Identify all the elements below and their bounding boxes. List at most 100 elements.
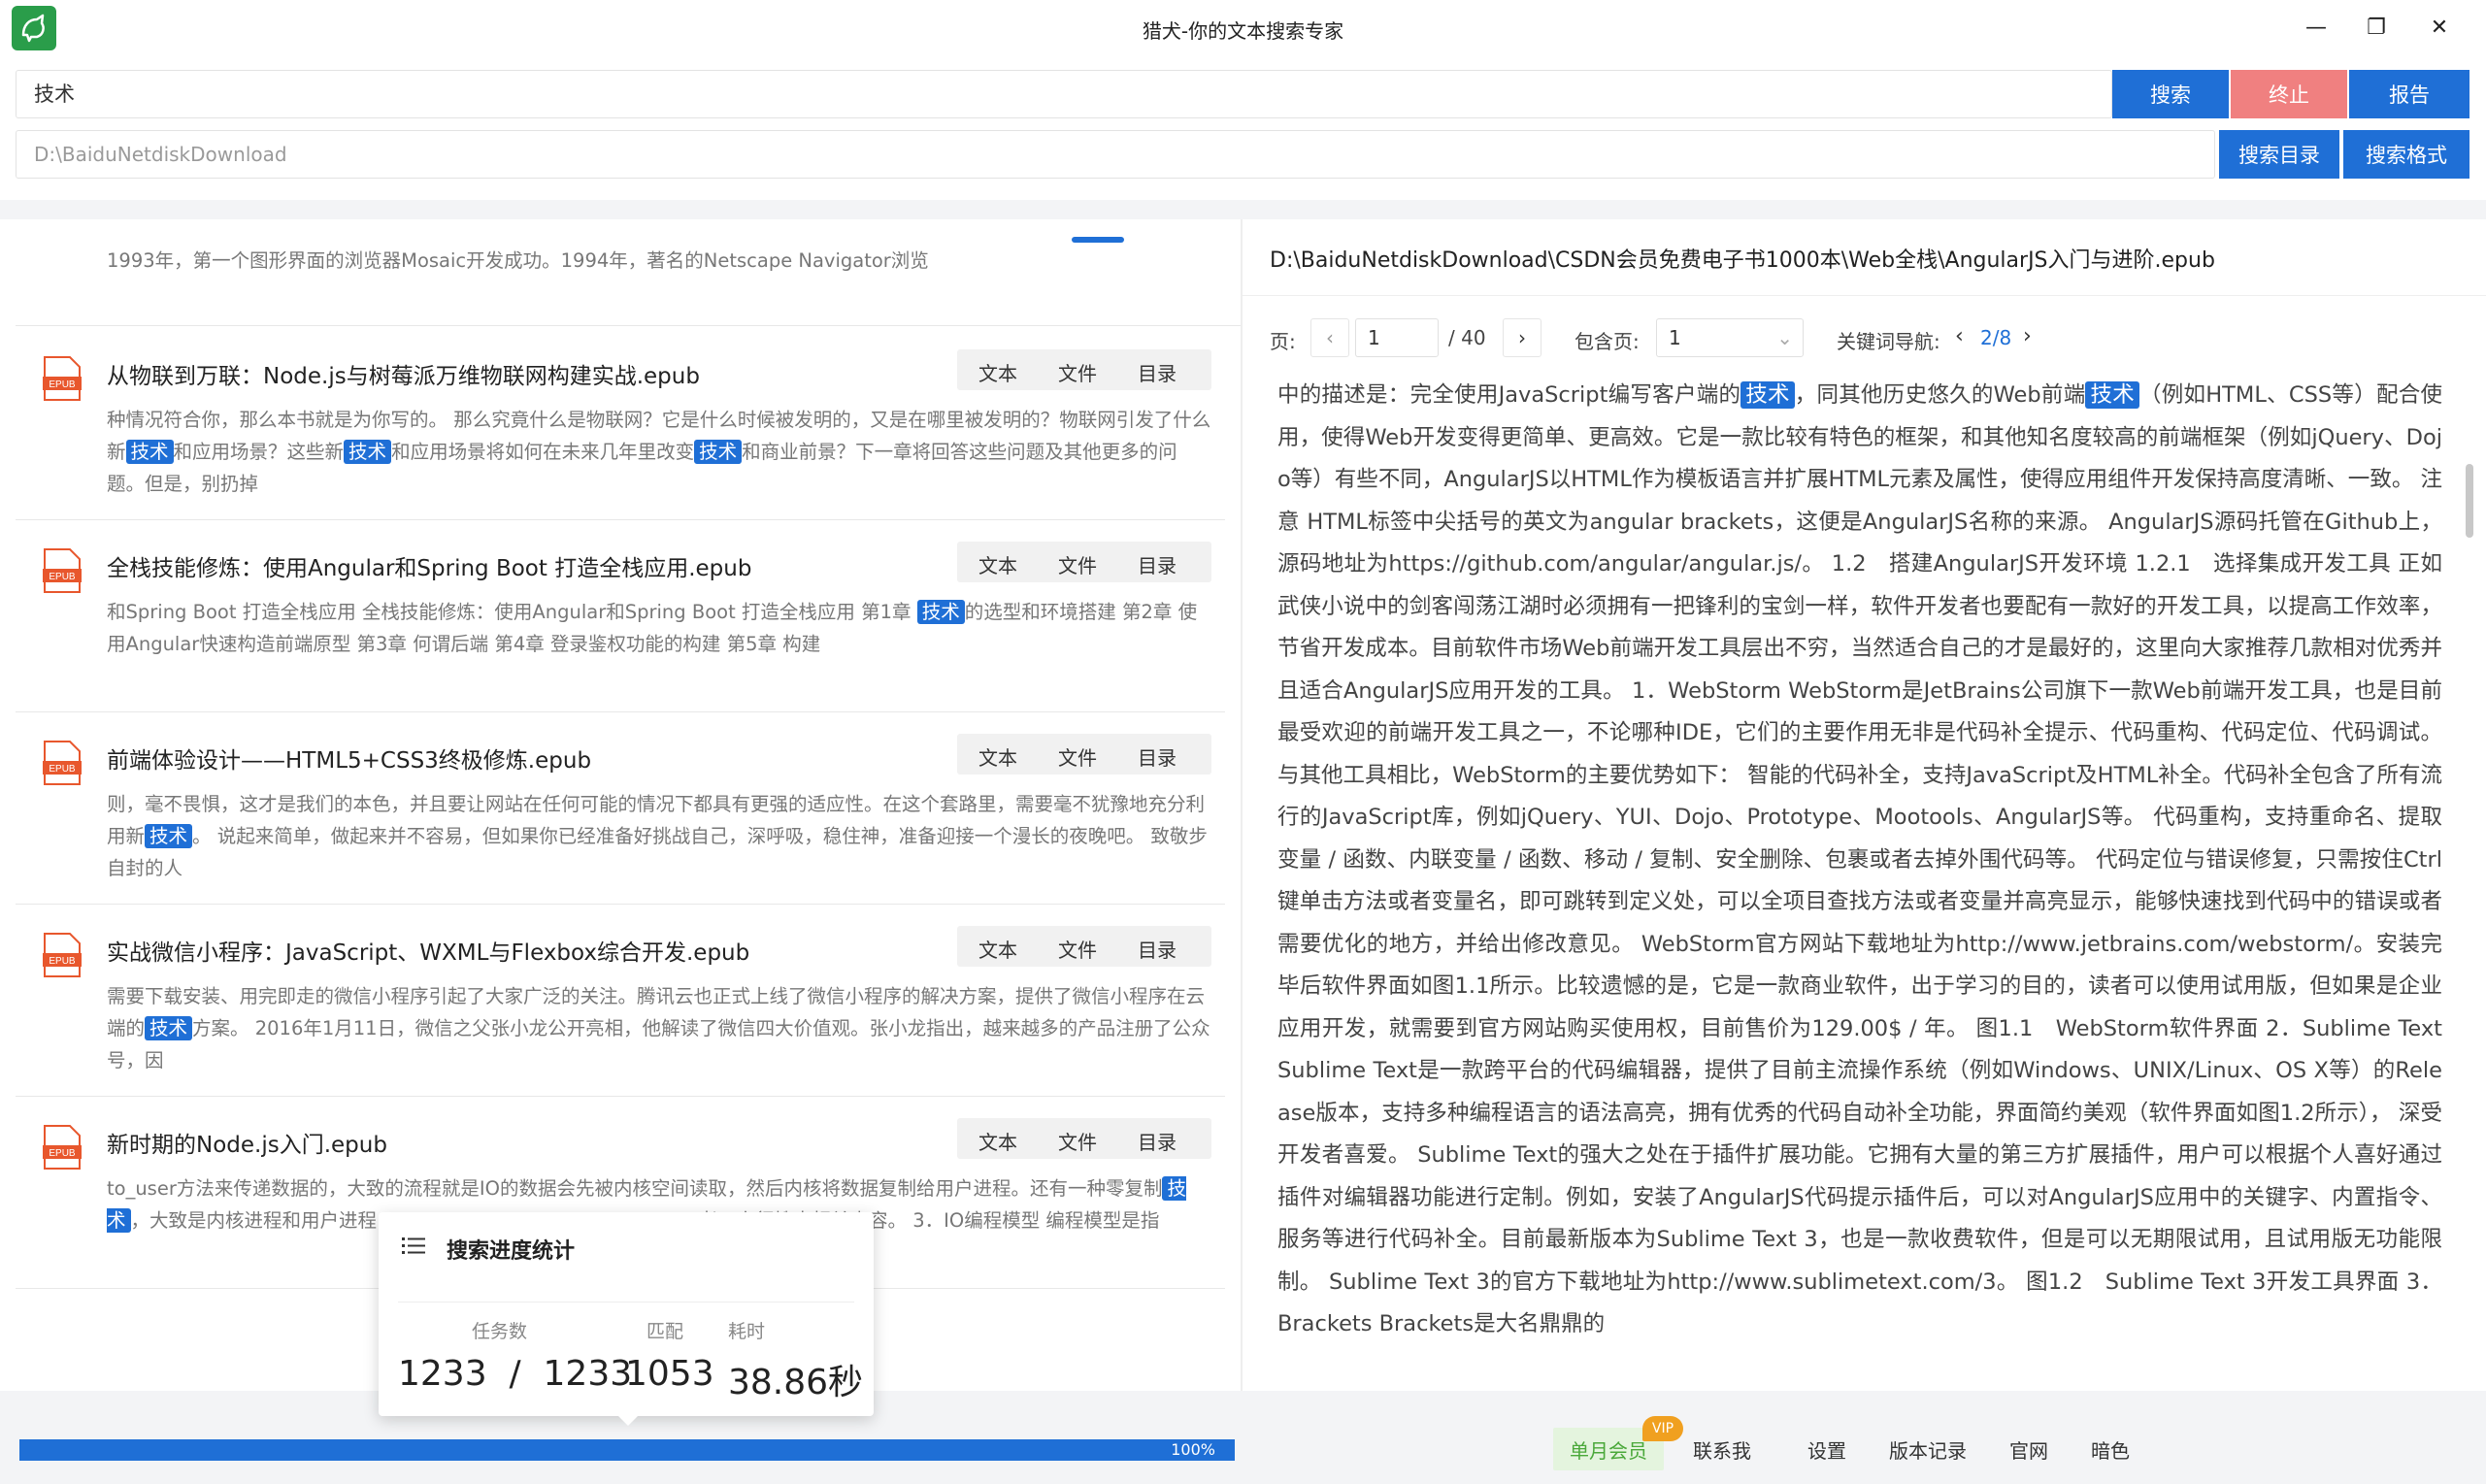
page-label: 页:	[1270, 330, 1296, 353]
match-label: 匹配	[646, 1321, 684, 1342]
time-label: 耗时	[728, 1321, 766, 1342]
open-directory-button[interactable]: 目录	[1138, 935, 1177, 963]
search-directory-button[interactable]: 搜索目录	[2219, 130, 2339, 179]
keyword-highlight: 技术	[916, 600, 965, 624]
directory-input[interactable]: D:\BaiduNetdiskDownload	[16, 130, 2215, 179]
search-stats-popup: 搜索进度统计 任务数 匹配 耗时 1233 / 1233 1053 38.86秒	[379, 1212, 874, 1416]
file-path: D:\BaiduNetdiskDownload\CSDN会员免费电子书1000本…	[1270, 248, 2215, 273]
epub-file-icon: EPUB	[43, 356, 82, 401]
open-text-button[interactable]: 文本	[978, 358, 1017, 386]
prev-keyword-button[interactable]: ‹	[1955, 324, 1964, 348]
keyword-highlight: 技术	[2085, 381, 2139, 409]
prev-page-button[interactable]: ‹	[1310, 318, 1349, 357]
popup-title: 搜索进度统计	[447, 1239, 576, 1264]
progress-fill: 100%	[19, 1439, 1235, 1461]
result-actions: 文本 文件 目录	[957, 1118, 1211, 1159]
close-button[interactable]: ✕	[2417, 8, 2462, 47]
result-item[interactable]: EPUB 全栈技能修炼：使用Angular和Spring Boot 打造全栈应用…	[16, 520, 1225, 712]
maximize-button[interactable]: ❐	[2354, 8, 2399, 47]
popup-pointer	[618, 1416, 638, 1426]
next-page-button[interactable]: ›	[1503, 318, 1541, 357]
open-text-button[interactable]: 文本	[978, 550, 1017, 578]
search-row: 技术 搜索 终止 报告	[16, 70, 2469, 118]
stop-button[interactable]: 终止	[2231, 70, 2347, 118]
status-bar: 100% 单月会员 VIP 联系我 设置 版本记录 官网 暗色	[0, 1391, 2486, 1484]
open-directory-button[interactable]: 目录	[1138, 550, 1177, 578]
keyword-position: 2/8	[1980, 326, 2012, 349]
epub-file-icon: EPUB	[43, 933, 82, 977]
result-title[interactable]: 全栈技能修炼：使用Angular和Spring Boot 打造全栈应用.epub	[107, 549, 751, 582]
result-actions: 文本 文件 目录	[957, 349, 1211, 390]
list-icon	[402, 1237, 425, 1254]
page-input[interactable]: 1	[1355, 318, 1439, 357]
website-link[interactable]: 官网	[2009, 1435, 2048, 1464]
page-navigation: 页: ‹ 1 / 40 › 包含页: 1 ⌄ 关键词导航: ‹ 2/8 ›	[1270, 316, 2464, 359]
open-file-button[interactable]: 文件	[1058, 1127, 1097, 1155]
svg-text:EPUB: EPUB	[49, 572, 76, 582]
svg-text:EPUB: EPUB	[49, 956, 76, 967]
progress-label: 100%	[1171, 1440, 1215, 1459]
open-directory-button[interactable]: 目录	[1138, 1127, 1177, 1155]
minimize-button[interactable]: —	[2294, 8, 2338, 47]
open-file-button[interactable]: 文件	[1058, 550, 1097, 578]
result-snippet: 则，毫不畏惧，这才是我们的本色，并且要让网站在任何可能的情况下都具有更强的适应性…	[107, 793, 1208, 879]
search-input[interactable]: 技术	[16, 70, 2112, 118]
keyword-highlight: 技术	[145, 824, 193, 848]
search-progress-bar: 100%	[19, 1439, 1235, 1461]
epub-file-icon: EPUB	[43, 1125, 82, 1170]
document-content: 中的描述是：完全使用JavaScript编写客户端的 技术 ，同其他历史悠久的Web…	[1277, 381, 2442, 1336]
open-file-button[interactable]: 文件	[1058, 935, 1097, 963]
partial-result: 1993年，第一个图形界面的浏览器Mosaic开发成功。1994年，著名的Net…	[16, 219, 1241, 326]
open-text-button[interactable]: 文本	[978, 1127, 1017, 1155]
result-title[interactable]: 前端体验设计——HTML5+CSS3终极修炼.epub	[107, 742, 591, 775]
content-scrollbar[interactable]	[2466, 464, 2473, 538]
keyword-nav-label: 关键词导航:	[1837, 330, 1940, 353]
path-row: D:\BaiduNetdiskDownload 搜索目录 搜索格式	[16, 130, 2469, 179]
epub-file-icon: EPUB	[43, 548, 82, 593]
result-snippet: 种情况符合你，那么本书就是为你写的。 那么究竟什么是物联网？它是什么时候被发明的…	[107, 409, 1211, 495]
search-format-button[interactable]: 搜索格式	[2343, 130, 2469, 179]
keyword-highlight: 技术	[1740, 381, 1795, 409]
keyword-highlight: 技术	[125, 440, 174, 464]
result-actions: 文本 文件 目录	[957, 542, 1211, 582]
result-item[interactable]: EPUB 从物联到万联：Node.js与树莓派万维物联网构建实战.epub 文本…	[16, 328, 1225, 520]
open-file-button[interactable]: 文件	[1058, 358, 1097, 386]
result-item[interactable]: EPUB 前端体验设计——HTML5+CSS3终极修炼.epub 文本 文件 目…	[16, 712, 1225, 905]
title-bar: 猎犬-你的文本搜索专家 — ❐ ✕	[0, 0, 2486, 56]
open-directory-button[interactable]: 目录	[1138, 742, 1177, 771]
next-keyword-button[interactable]: ›	[2023, 324, 2032, 348]
epub-file-icon: EPUB	[43, 741, 82, 785]
open-text-button[interactable]: 文本	[978, 935, 1017, 963]
result-snippet: 1993年，第一个图形界面的浏览器Mosaic开发成功。1994年，著名的Net…	[107, 249, 929, 272]
report-button[interactable]: 报告	[2349, 70, 2469, 118]
changelog-link[interactable]: 版本记录	[1889, 1435, 1967, 1464]
chevron-left-icon: ‹	[1326, 326, 1334, 349]
result-actions: 文本 文件 目录	[957, 926, 1211, 967]
result-actions: 文本 文件 目录	[957, 734, 1211, 775]
open-file-button[interactable]: 文件	[1058, 742, 1097, 771]
chevron-down-icon: ⌄	[1776, 326, 1793, 349]
contains-page-select[interactable]: 1 ⌄	[1656, 318, 1804, 357]
chevron-right-icon: ›	[1518, 326, 1526, 349]
contact-link[interactable]: 联系我	[1693, 1435, 1751, 1464]
vip-badge: VIP	[1642, 1416, 1683, 1441]
keyword-highlight: 技术	[145, 1016, 193, 1040]
search-button[interactable]: 搜索	[2112, 70, 2229, 118]
document-viewer: D:\BaiduNetdiskDownload\CSDN会员免费电子书1000本…	[1243, 219, 2486, 1391]
open-directory-button[interactable]: 目录	[1138, 358, 1177, 386]
settings-link[interactable]: 设置	[1807, 1435, 1846, 1464]
dark-mode-toggle[interactable]: 暗色	[2091, 1435, 2130, 1464]
tasks-label: 任务数	[472, 1321, 528, 1342]
popup-divider	[398, 1302, 854, 1303]
result-item[interactable]: EPUB 实战微信小程序：JavaScript、WXML与Flexbox综合开发…	[16, 905, 1225, 1097]
page-total: / 40	[1448, 326, 1486, 349]
tasks-value: 1233 / 1233	[398, 1354, 633, 1394]
keyword-highlight: 技术	[694, 440, 743, 464]
open-text-button[interactable]: 文本	[978, 742, 1017, 771]
viewer-divider	[1243, 295, 2486, 296]
result-title[interactable]: 从物联到万联：Node.js与树莓派万维物联网构建实战.epub	[107, 357, 700, 390]
contains-page-label: 包含页:	[1574, 330, 1640, 353]
result-title[interactable]: 新时期的Node.js入门.epub	[107, 1126, 387, 1159]
svg-text:EPUB: EPUB	[49, 764, 76, 775]
result-title[interactable]: 实战微信小程序：JavaScript、WXML与Flexbox综合开发.epub	[107, 934, 749, 967]
